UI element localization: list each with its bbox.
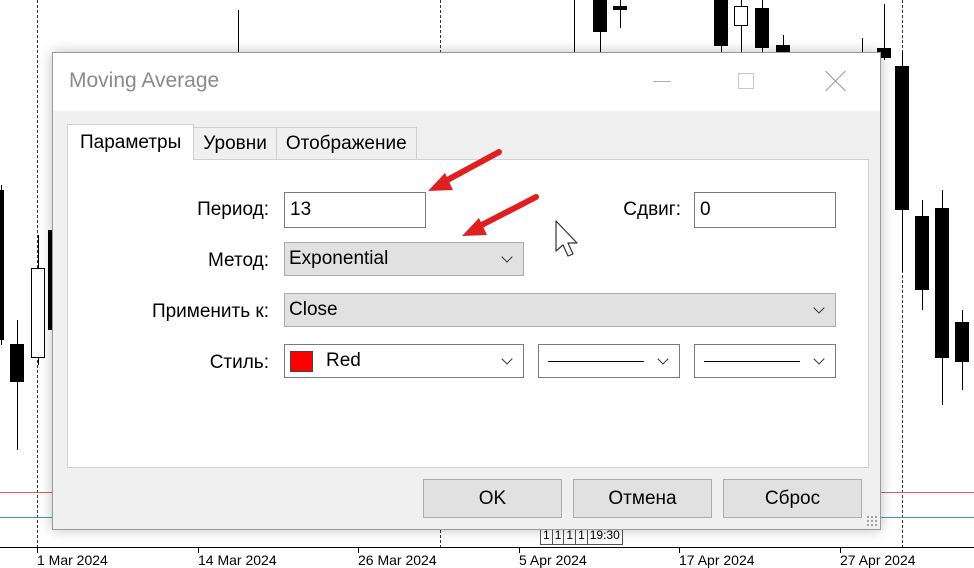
mouse-cursor-icon xyxy=(555,220,578,257)
red-arrow-icon xyxy=(462,194,539,236)
red-arrow-icon xyxy=(428,149,502,191)
tab-parameters[interactable]: Параметры xyxy=(67,124,195,160)
annotation-overlay xyxy=(428,149,578,257)
